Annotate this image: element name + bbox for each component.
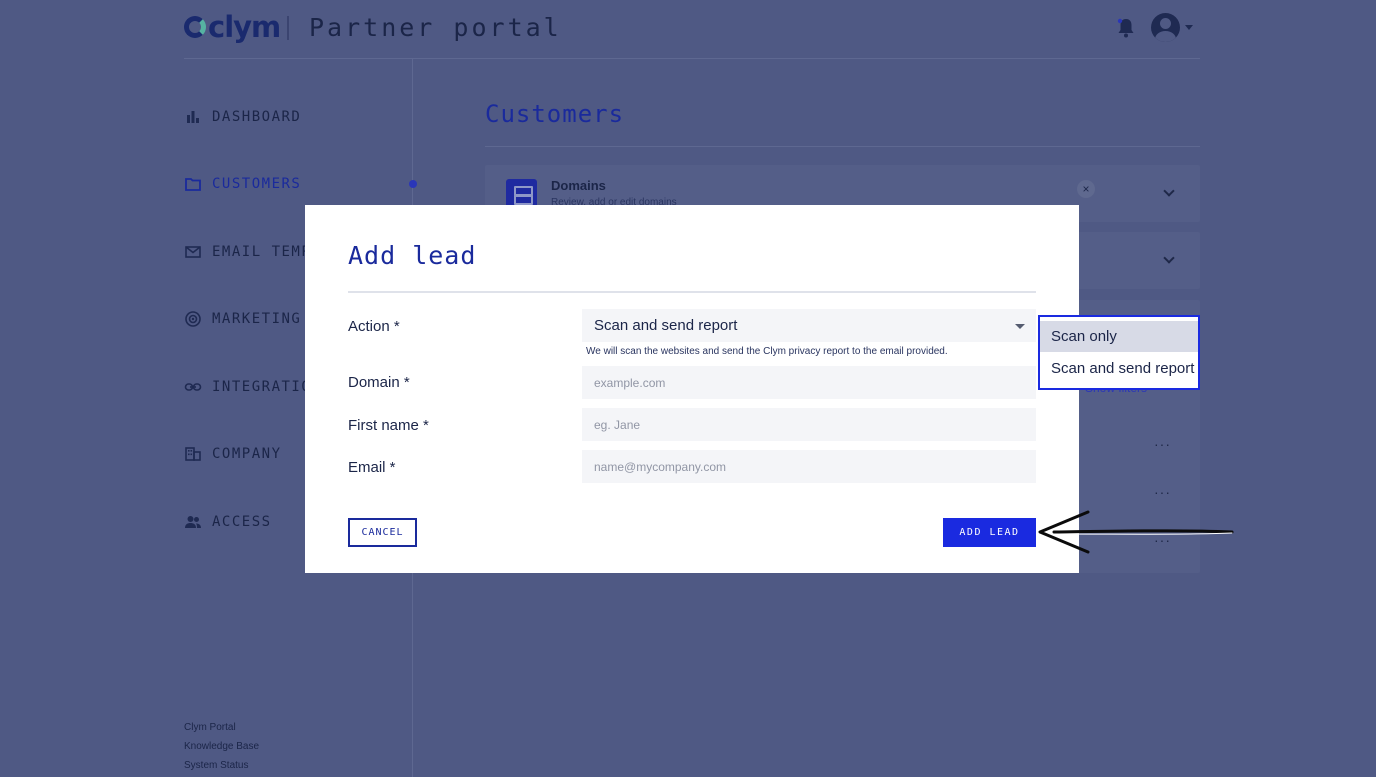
target-icon	[185, 311, 201, 327]
header-divider	[287, 16, 289, 40]
sidebar-footer: Clym Portal Knowledge Base System Status	[184, 718, 259, 775]
logo-text: clym	[208, 10, 281, 44]
add-lead-dialog: Add lead Action * Scan and send report W…	[305, 205, 1079, 573]
sidebar-item-label: ACCESS	[212, 514, 272, 530]
action-helper-text: We will scan the websites and send the C…	[586, 346, 948, 357]
page-title: Customers	[485, 100, 625, 128]
bell-icon[interactable]	[1116, 17, 1136, 39]
option-scan-only[interactable]: Scan only	[1040, 321, 1198, 352]
more-options-icon[interactable]: ···	[1154, 436, 1171, 452]
header-divider-line	[184, 58, 1200, 59]
people-icon	[185, 516, 201, 528]
sidebar-item-label: COMPANY	[212, 446, 282, 462]
email-input[interactable]	[582, 450, 1036, 483]
footer-link-knowledge-base[interactable]: Knowledge Base	[184, 737, 259, 756]
active-indicator	[409, 180, 417, 188]
dialog-title: Add lead	[348, 241, 477, 270]
footer-link-system-status[interactable]: System Status	[184, 756, 259, 775]
folder-icon	[185, 178, 201, 191]
card-title: Domains	[551, 178, 606, 193]
add-lead-button[interactable]: ADD LEAD	[943, 518, 1036, 547]
more-options-icon[interactable]: ···	[1154, 484, 1171, 500]
chevron-down-icon[interactable]	[1185, 25, 1193, 30]
chevron-down-icon[interactable]	[1163, 185, 1175, 197]
dialog-divider	[348, 291, 1036, 293]
first-name-input[interactable]	[582, 408, 1036, 441]
sidebar-item-label: DASHBOARD	[212, 109, 302, 125]
email-label: Email *	[348, 459, 396, 476]
close-icon[interactable]: ×	[1077, 180, 1095, 198]
first-name-field-box	[582, 408, 1036, 441]
cancel-button[interactable]: CANCEL	[348, 518, 417, 547]
domain-field-box	[582, 366, 1036, 399]
action-select-value: Scan and send report	[594, 317, 738, 334]
clym-logo-mark-icon	[184, 16, 206, 38]
action-select[interactable]: Scan and send report	[582, 309, 1036, 342]
annotation-arrow-icon	[1038, 510, 1234, 554]
email-field-box	[582, 450, 1036, 483]
action-dropdown-menu: Scan only Scan and send report	[1038, 315, 1200, 390]
sidebar-item-dashboard[interactable]: DASHBOARD	[184, 105, 404, 129]
option-scan-and-send-report[interactable]: Scan and send report	[1040, 353, 1198, 384]
caret-down-icon	[1015, 324, 1025, 329]
footer-link-clym-portal[interactable]: Clym Portal	[184, 718, 259, 737]
domain-input[interactable]	[582, 366, 1036, 399]
title-divider	[485, 146, 1200, 147]
domain-label: Domain *	[348, 374, 410, 391]
bar-chart-icon	[187, 111, 199, 123]
building-icon	[185, 447, 201, 461]
portal-title: Partner portal	[309, 13, 562, 42]
sidebar-item-customers[interactable]: CUSTOMERS	[184, 172, 404, 196]
chevron-down-icon[interactable]	[1163, 252, 1175, 264]
action-label: Action *	[348, 318, 400, 335]
link-icon	[184, 383, 202, 391]
clym-logo[interactable]: clym	[184, 10, 281, 44]
sidebar-item-label: CUSTOMERS	[212, 176, 302, 192]
first-name-label: First name *	[348, 417, 429, 434]
user-avatar-icon[interactable]	[1151, 13, 1180, 42]
header: clym Partner portal	[0, 0, 1376, 58]
mail-icon	[185, 246, 201, 258]
